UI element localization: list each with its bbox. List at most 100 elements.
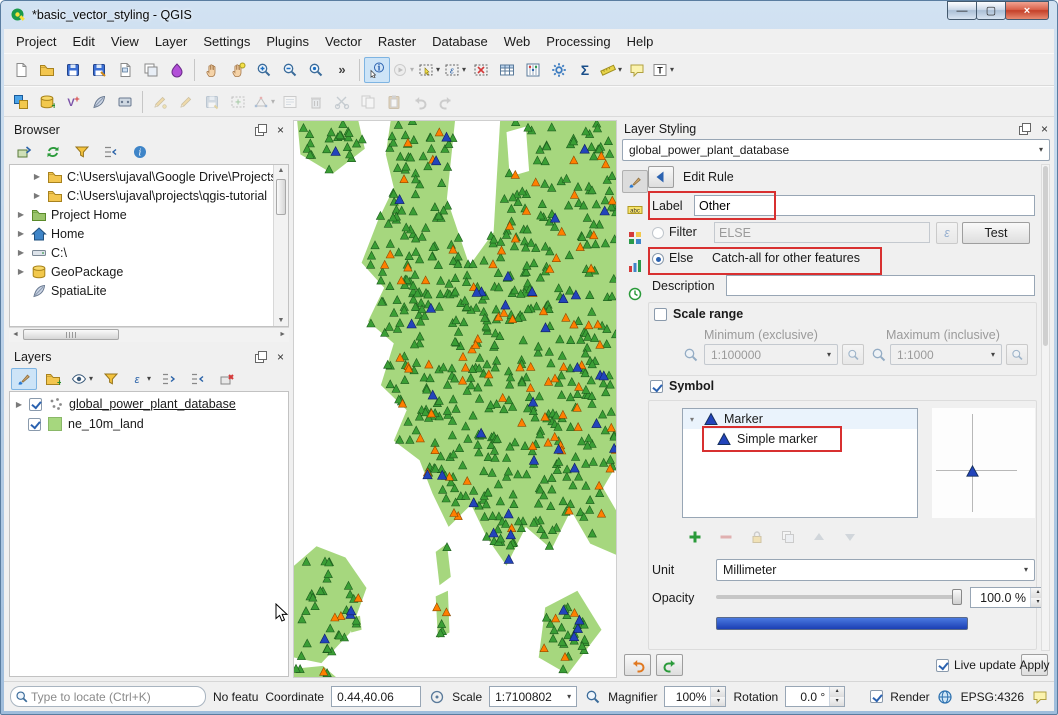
- expand-arrow-icon[interactable]: ▶: [16, 210, 26, 219]
- sum-sigma-button[interactable]: Σ: [572, 57, 598, 83]
- attribute-table-button[interactable]: [494, 57, 520, 83]
- layer-item[interactable]: ▶global_power_plant_database: [10, 394, 288, 414]
- processing-gear-button[interactable]: [546, 57, 572, 83]
- layer-item[interactable]: ne_10m_land: [10, 414, 288, 434]
- browser-item[interactable]: ▶C:\Users\ujaval\projects\qgis-tutorial: [10, 186, 272, 205]
- map-canvas[interactable]: [293, 120, 617, 678]
- data-source-manager-button[interactable]: [8, 89, 34, 115]
- filter-browser-button[interactable]: [69, 141, 95, 163]
- menu-view[interactable]: View: [103, 31, 147, 52]
- live-update-checkbox[interactable]: [936, 659, 949, 672]
- expand-arrow-icon[interactable]: ▶: [16, 267, 26, 276]
- remove-layer-button[interactable]: [214, 368, 240, 390]
- field-statistics-button[interactable]: [520, 57, 546, 83]
- close-panel-icon[interactable]: ×: [1041, 122, 1048, 136]
- layer-visibility-checkbox[interactable]: [29, 398, 42, 411]
- styling-undo-button[interactable]: [624, 654, 651, 676]
- crs-label[interactable]: EPSG:4326: [961, 690, 1024, 704]
- float-panel-icon[interactable]: [253, 122, 270, 139]
- menu-web[interactable]: Web: [496, 31, 539, 52]
- new-geopackage-layer-button[interactable]: +: [34, 89, 60, 115]
- style-manager-button[interactable]: [164, 57, 190, 83]
- browser-item[interactable]: ▶GeoPackage: [10, 262, 272, 281]
- refresh-browser-button[interactable]: [40, 141, 66, 163]
- add-group-button[interactable]: +: [40, 368, 66, 390]
- pan-map-button[interactable]: [199, 57, 225, 83]
- add-symbol-layer-button[interactable]: [682, 524, 708, 550]
- apply-button[interactable]: Apply: [1021, 654, 1048, 676]
- toolbar-overflow-button[interactable]: »: [329, 57, 355, 83]
- new-print-layout-button[interactable]: [112, 57, 138, 83]
- tab-history-button[interactable]: [622, 282, 648, 305]
- new-spatialite-layer-button[interactable]: [86, 89, 112, 115]
- zoom-native-button[interactable]: [303, 57, 329, 83]
- identify-features-button[interactable]: i: [364, 57, 390, 83]
- maximize-button[interactable]: ▢: [976, 1, 1006, 20]
- browser-hscrollbar[interactable]: ◄►: [9, 327, 289, 342]
- menu-layer[interactable]: Layer: [147, 31, 196, 52]
- symbol-tree-simple-marker-row[interactable]: Simple marker: [683, 429, 917, 449]
- styling-redo-button[interactable]: [656, 654, 683, 676]
- new-virtual-layer-button[interactable]: [112, 89, 138, 115]
- save-project-as-button[interactable]: [86, 57, 112, 83]
- open-layer-styling-button[interactable]: [11, 368, 37, 390]
- scale-combo[interactable]: 1:7100802▾: [489, 686, 577, 707]
- message-log-icon[interactable]: [1031, 688, 1048, 705]
- deselect-button[interactable]: [468, 57, 494, 83]
- menu-vector[interactable]: Vector: [317, 31, 370, 52]
- show-layout-manager-button[interactable]: [138, 57, 164, 83]
- unit-combo[interactable]: Millimeter▾: [716, 559, 1035, 581]
- magnifier-spinbox[interactable]: 100%▴▾: [664, 686, 726, 707]
- measure-button[interactable]: ▾: [598, 57, 624, 83]
- scale-range-checkbox[interactable]: [654, 308, 667, 321]
- browser-item[interactable]: ▶Project Home: [10, 205, 272, 224]
- tab-symbology-button[interactable]: [622, 170, 648, 193]
- filter-legend-button[interactable]: [98, 368, 124, 390]
- extent-icon[interactable]: [428, 688, 445, 705]
- rule-description-input[interactable]: [726, 275, 1035, 296]
- expand-arrow-icon[interactable]: ▶: [32, 172, 42, 181]
- collapse-all-button[interactable]: [98, 141, 124, 163]
- expander-icon[interactable]: ▾: [687, 415, 697, 424]
- zoom-out-button[interactable]: [277, 57, 303, 83]
- manage-map-themes-button[interactable]: ▾: [69, 368, 95, 390]
- select-rectangle-button[interactable]: ▾: [416, 57, 442, 83]
- menu-plugins[interactable]: Plugins: [258, 31, 317, 52]
- symbol-checkbox[interactable]: [650, 380, 663, 393]
- expand-all-button[interactable]: [156, 368, 182, 390]
- spin-arrows-icon[interactable]: ▴▾: [829, 687, 844, 706]
- crs-icon[interactable]: [937, 688, 954, 705]
- rotation-spinbox[interactable]: 0.0 °▴▾: [785, 686, 845, 707]
- minimize-button[interactable]: —: [947, 1, 977, 20]
- expand-arrow-icon[interactable]: ▶: [14, 400, 24, 409]
- map-tips-button[interactable]: [624, 57, 650, 83]
- browser-item[interactable]: SpatiaLite: [10, 281, 272, 300]
- opacity-spinbox[interactable]: 100.0 %▴▾: [970, 587, 1046, 608]
- tab-labels-button[interactable]: abc: [622, 198, 648, 221]
- test-filter-button[interactable]: Test: [962, 222, 1030, 244]
- menu-raster[interactable]: Raster: [370, 31, 424, 52]
- else-radio[interactable]: [652, 253, 664, 265]
- menu-settings[interactable]: Settings: [195, 31, 258, 52]
- filter-by-expression-button[interactable]: ε▾: [127, 368, 153, 390]
- float-panel-icon[interactable]: [1017, 121, 1034, 138]
- tab-diagrams-button[interactable]: [622, 254, 648, 277]
- collapse-all-layers-button[interactable]: [185, 368, 211, 390]
- new-shapefile-layer-button[interactable]: V+: [60, 89, 86, 115]
- opacity-slider[interactable]: [716, 588, 962, 606]
- zoom-in-button[interactable]: [251, 57, 277, 83]
- styling-scrollbar[interactable]: [1041, 164, 1050, 651]
- browser-item[interactable]: ▶C:\: [10, 243, 272, 262]
- menu-help[interactable]: Help: [619, 31, 662, 52]
- browser-vscrollbar[interactable]: ▲▼: [273, 165, 288, 326]
- close-button[interactable]: ×: [1005, 1, 1049, 20]
- expand-arrow-icon[interactable]: ▶: [16, 248, 26, 257]
- save-project-button[interactable]: [60, 57, 86, 83]
- expand-arrow-icon[interactable]: ▶: [32, 191, 42, 200]
- title-bar[interactable]: *basic_vector_styling - QGIS: [1, 1, 1057, 29]
- close-panel-icon[interactable]: ×: [277, 350, 284, 364]
- properties-widget-button[interactable]: i: [127, 141, 153, 163]
- select-expression-button[interactable]: ε▾: [442, 57, 468, 83]
- spin-arrows-icon[interactable]: ▴▾: [710, 687, 725, 706]
- new-project-button[interactable]: [8, 57, 34, 83]
